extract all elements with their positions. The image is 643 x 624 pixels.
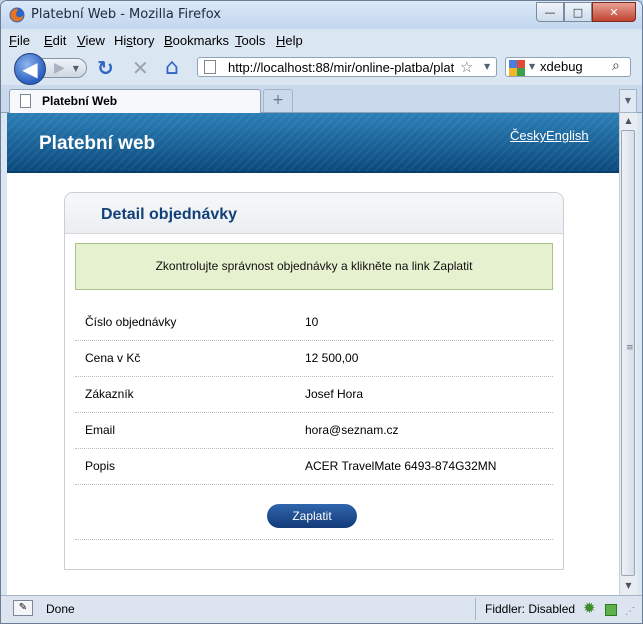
site-title: Platební web xyxy=(39,133,156,154)
menu-file[interactable]: File xyxy=(9,33,30,48)
url-dropdown-icon[interactable]: ▼ xyxy=(484,62,490,71)
page-content: Platební web Česky English Detail objedn… xyxy=(7,113,619,595)
menu-bookmarks[interactable]: Bookmarks xyxy=(164,33,229,48)
panel-title: Detail objednávky xyxy=(101,206,238,223)
vertical-scrollbar[interactable]: ▲ ≡ ▼ xyxy=(619,113,637,595)
table-row: Číslo objednávky 10 xyxy=(75,304,553,341)
stop-icon[interactable]: ✕ xyxy=(132,57,149,79)
table-row: Email hora@seznam.cz xyxy=(75,412,553,449)
status-tool-icon[interactable]: ✎ xyxy=(13,600,33,616)
row-value: Josef Hora xyxy=(305,387,364,401)
url-text[interactable]: http://localhost:88/mir/online-platba/pl… xyxy=(228,60,454,75)
row-value: 10 xyxy=(305,315,319,329)
fiddler-status[interactable]: Fiddler: Disabled xyxy=(485,602,575,616)
lang-english-link[interactable]: English xyxy=(546,128,589,143)
pay-button[interactable]: Zaplatit xyxy=(267,504,357,528)
row-label: Popis xyxy=(85,459,116,473)
scroll-up-icon[interactable]: ▲ xyxy=(620,113,637,129)
status-text: Done xyxy=(46,602,75,616)
status-bar: ✎ Done Fiddler: Disabled ✹ ⋰ xyxy=(1,595,642,623)
scrollbar-thumb[interactable]: ≡ xyxy=(621,130,635,576)
info-notice: Zkontrolujte správnost objednávky a klik… xyxy=(75,243,553,290)
status-divider xyxy=(475,598,476,620)
google-logo-icon[interactable] xyxy=(509,60,525,76)
tab-label: Platební Web xyxy=(42,94,118,108)
reload-icon[interactable]: ↻ xyxy=(97,57,114,79)
row-value: ACER TravelMate 6493-874G32MN xyxy=(305,459,497,473)
resize-grip-icon[interactable]: ⋰ xyxy=(625,606,635,617)
tab-list-dropdown-icon[interactable]: ▼ xyxy=(619,89,637,113)
row-value: hora@seznam.cz xyxy=(305,423,399,437)
menu-tools[interactable]: Tools xyxy=(235,33,265,48)
grip-icon: ≡ xyxy=(626,343,634,353)
title-bar: Platební Web - Mozilla Firefox — □ ✕ xyxy=(1,1,642,29)
history-dropdown-icon[interactable]: ▼ xyxy=(73,64,79,73)
back-arrow-icon: ◀ xyxy=(22,57,38,81)
menu-edit[interactable]: Edit xyxy=(44,33,66,48)
addon-bug-icon[interactable]: ✹ xyxy=(583,599,596,617)
table-row: Cena v Kč 12 500,00 xyxy=(75,340,553,377)
table-row: Zákazník Josef Hora xyxy=(75,376,553,413)
scroll-down-icon[interactable]: ▼ xyxy=(620,578,637,594)
site-header: Platební web Česky English xyxy=(7,113,619,173)
close-button[interactable]: ✕ xyxy=(592,2,636,22)
new-tab-button[interactable]: + xyxy=(263,89,293,112)
tab-bar: Platební Web + ▼ xyxy=(1,85,642,113)
search-input[interactable] xyxy=(540,59,606,74)
firefox-logo-icon xyxy=(9,7,25,23)
row-value: 12 500,00 xyxy=(305,351,359,365)
order-detail-panel: Detail objednávky Zkontrolujte správnost… xyxy=(64,192,564,570)
search-bar[interactable]: ▼ ⌕ xyxy=(505,57,631,77)
menu-history[interactable]: History xyxy=(114,33,154,48)
minimize-button[interactable]: — xyxy=(536,2,564,22)
table-row: Popis ACER TravelMate 6493-874G32MN xyxy=(75,448,553,485)
page-favicon-icon xyxy=(20,94,31,108)
url-bar[interactable]: http://localhost:88/mir/online-platba/pl… xyxy=(197,57,497,77)
row-label: Cena v Kč xyxy=(85,351,141,365)
row-label: Zákazník xyxy=(85,387,134,401)
row-label: Email xyxy=(85,423,116,437)
navigation-toolbar: ▶ ▼ ◀ ↻ ✕ ⌂ http://localhost:88/mir/onli… xyxy=(1,51,642,85)
addon-status-icon[interactable] xyxy=(605,604,617,616)
tab-platebni-web[interactable]: Platební Web xyxy=(9,89,261,113)
search-engine-dropdown-icon[interactable]: ▼ xyxy=(529,62,535,71)
forward-arrow-icon: ▶ xyxy=(54,60,65,76)
home-icon[interactable]: ⌂ xyxy=(165,57,179,79)
lang-czech-link[interactable]: Česky xyxy=(510,128,546,143)
menu-view[interactable]: View xyxy=(77,33,105,48)
window-controls: — □ ✕ xyxy=(536,2,636,22)
panel-footer-divider xyxy=(75,539,553,540)
bookmark-star-icon[interactable]: ☆ xyxy=(460,58,473,76)
browser-window: Platební Web - Mozilla Firefox — □ ✕ Fil… xyxy=(0,0,643,624)
page-icon xyxy=(204,60,216,74)
maximize-button[interactable]: □ xyxy=(564,2,592,22)
search-icon[interactable]: ⌕ xyxy=(612,58,620,74)
forward-button[interactable]: ▶ ▼ xyxy=(41,58,87,78)
menu-help[interactable]: Help xyxy=(276,33,303,48)
menu-bar: File Edit View History Bookmarks Tools H… xyxy=(1,31,642,51)
panel-header: Detail objednávky xyxy=(65,193,563,234)
window-title: Platební Web - Mozilla Firefox xyxy=(31,7,221,22)
back-button[interactable]: ◀ xyxy=(14,53,46,85)
row-label: Číslo objednávky xyxy=(85,315,177,329)
